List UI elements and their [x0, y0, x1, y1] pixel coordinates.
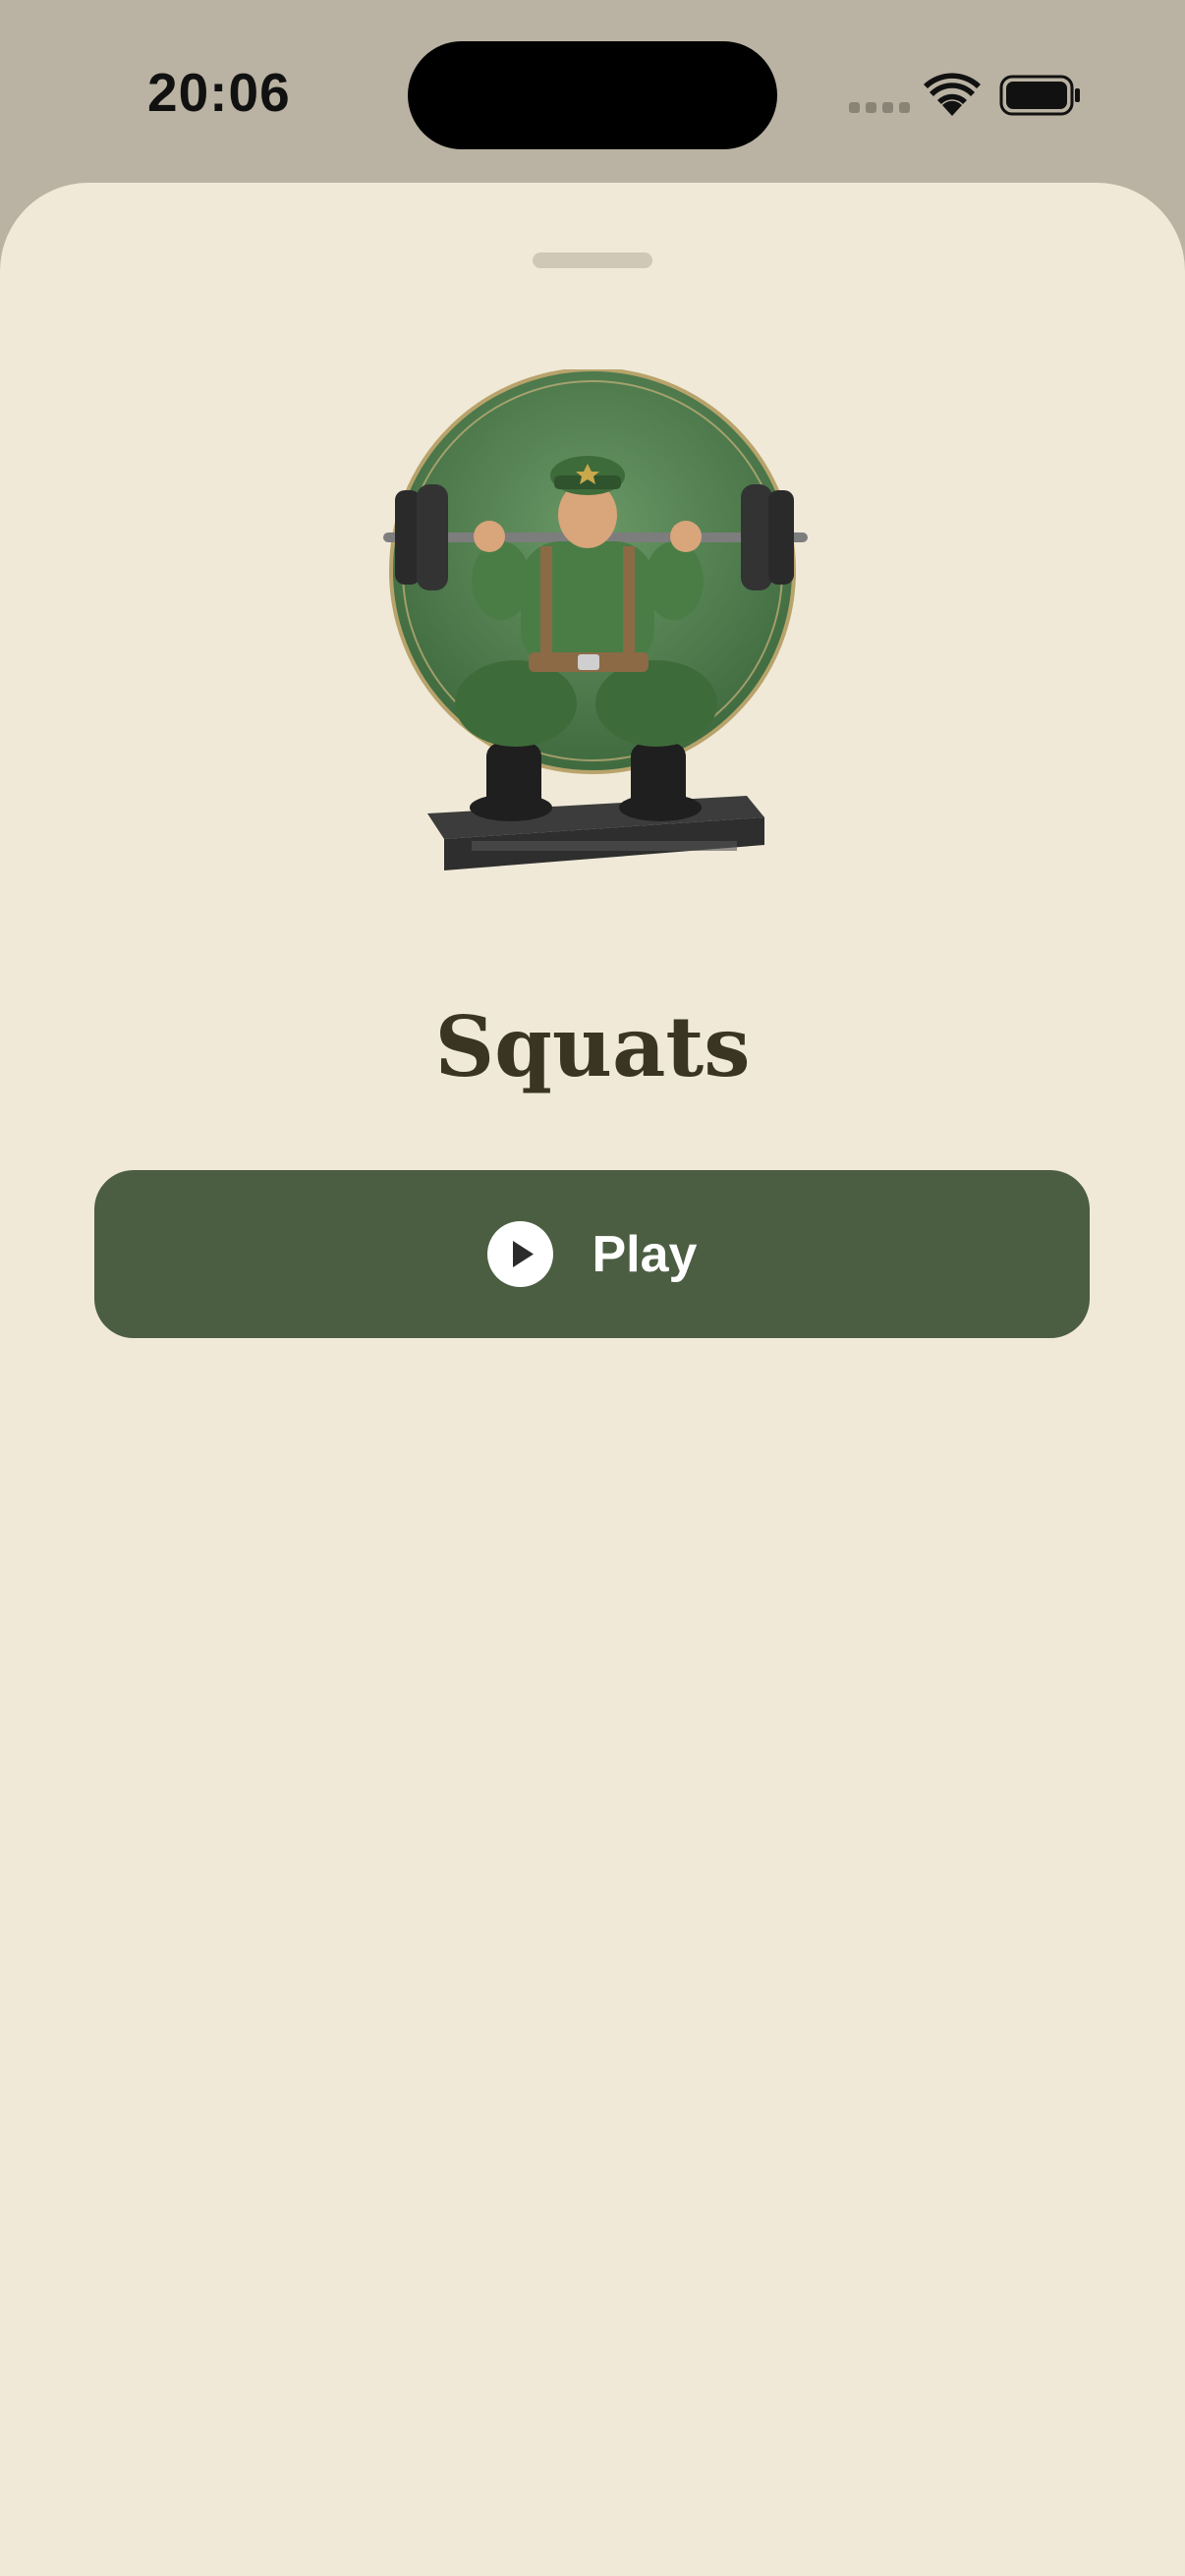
soldier-squat-illustration: [383, 369, 808, 870]
battery-icon: [999, 75, 1080, 116]
play-button[interactable]: Play: [94, 1170, 1090, 1338]
status-bar: 20:06: [0, 0, 1185, 183]
play-button-label: Play: [592, 1225, 698, 1283]
cellular-signal-icon: [849, 102, 910, 113]
exercise-title: Squats: [434, 998, 751, 1095]
sheet-grabber[interactable]: [533, 252, 652, 268]
status-time: 20:06: [147, 62, 291, 123]
wifi-icon: [924, 73, 981, 116]
dynamic-island: [408, 41, 777, 149]
exercise-sheet: Squats Play: [0, 183, 1185, 2576]
play-circle-icon: [486, 1221, 553, 1287]
